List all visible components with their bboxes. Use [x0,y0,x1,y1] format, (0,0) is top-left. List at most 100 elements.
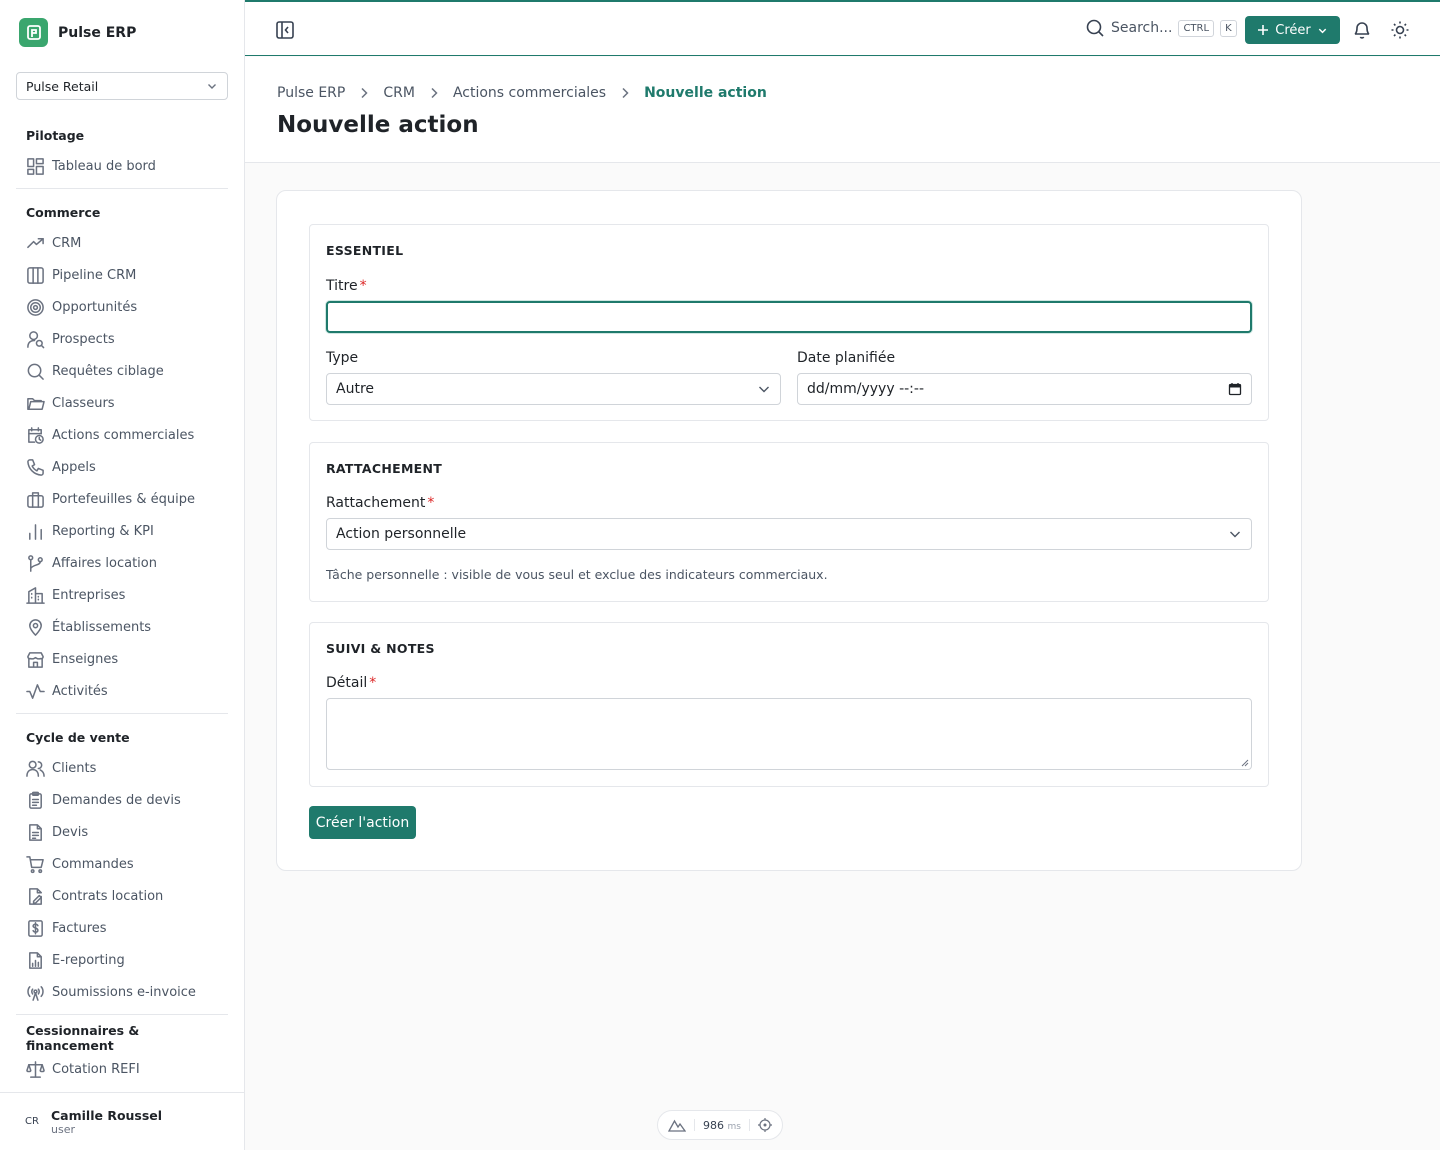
sidebar-item-classeurs[interactable]: Classeurs [16,387,228,419]
date-input-placeholder: dd/mm/yyyy --:-- [807,381,924,397]
detail-label-text: Détail [326,675,368,691]
sidebar-item-label: Requêtes ciblage [52,363,164,379]
required-marker: * [369,675,377,691]
app-name: Pulse ERP [58,24,137,41]
user-search-icon [27,330,45,348]
resize-handle-icon[interactable] [1241,759,1249,767]
sidebar-item-commandes[interactable]: Commandes [16,848,228,880]
rattachement-label: Rattachement * [326,495,434,511]
detail-label: Détail * [326,675,376,691]
sun-icon [1391,21,1409,39]
users-icon [26,760,45,777]
chevron-down-icon [1318,28,1326,33]
bell-icon [1354,22,1370,39]
sidebar-item-label: Factures [52,920,107,936]
sidebar-item-enseignes[interactable]: Enseignes [16,643,228,675]
type-select-value: Autre [336,381,375,397]
sidebar-item-clients[interactable]: Clients [16,752,228,784]
sidebar-item-label: Actions commerciales [52,427,195,443]
sidebar-item-devis[interactable]: Devis [16,816,228,848]
notifications-button[interactable] [1352,20,1372,44]
type-select[interactable]: Autre [326,373,781,405]
create-button[interactable]: Créer [1245,16,1340,44]
breadcrumb-item[interactable]: CRM [383,85,415,101]
required-marker: * [427,495,435,511]
user-name: Camille Roussel [51,1107,163,1123]
sidebar-item-activites[interactable]: Activités [16,675,228,707]
scale-icon [26,1060,45,1078]
sidebar-item-cotation-refi[interactable]: Cotation REFI [16,1053,228,1085]
search-label: Search... [1111,20,1173,36]
date-input[interactable]: dd/mm/yyyy --:-- [797,373,1252,405]
sidebar-item-label: Activités [52,683,108,699]
trending-up-icon [27,237,44,248]
breadcrumb-item[interactable]: Pulse ERP [277,85,345,101]
brand[interactable]: Pulse ERP [19,18,136,47]
sidebar-item-tableau-de-bord[interactable]: Tableau de bord [16,150,228,182]
shortcut-key: CTRL [1178,19,1215,37]
nav-divider [16,1014,228,1015]
sidebar-item-label: Affaires location [52,555,157,571]
chevron-right-icon [361,87,368,99]
sidebar-item-pipeline-crm[interactable]: Pipeline CRM [16,259,228,291]
chevron-right-icon [431,87,438,99]
detail-textarea[interactable] [326,698,1252,770]
sidebar-item-label: Classeurs [52,395,115,411]
user-menu[interactable]: CR Camille Roussel user [0,1092,244,1150]
sidebar-item-soumissions-e-invoice[interactable]: Soumissions e-invoice [16,976,228,1008]
sidebar-item-entreprises[interactable]: Entreprises [16,579,228,611]
sidebar-item-crm[interactable]: CRM [16,227,228,259]
briefcase-icon [27,491,44,508]
activity-icon [26,683,45,699]
theme-toggle-button[interactable] [1390,20,1410,44]
file-signature-icon [29,887,42,905]
sidebar-item-demandes-de-devis[interactable]: Demandes de devis [16,784,228,816]
sidebar-item-actions-commerciales[interactable]: Actions commerciales [16,419,228,451]
mountain-logo-icon[interactable] [668,1118,687,1132]
sidebar-item-label: Commandes [52,856,134,872]
breadcrumb-item[interactable]: Actions commerciales [453,85,606,101]
divider [748,1119,750,1131]
page-title: Nouvelle action [277,112,479,138]
search-button[interactable]: Search... CTRL K [1085,18,1237,38]
sidebar-item-prospects[interactable]: Prospects [16,323,228,355]
nav-group-title: Cycle de vente [26,729,130,745]
sidebar-item-contrats-location[interactable]: Contrats location [16,880,228,912]
sidebar-toggle-button[interactable] [275,20,295,40]
sidebar-item-label: Entreprises [52,587,126,603]
sidebar-item-reporting-kpi[interactable]: Reporting & KPI [16,515,228,547]
radio-tower-icon [27,985,44,1001]
titre-input[interactable] [326,301,1252,333]
calendar-icon[interactable] [1228,382,1242,396]
nav-group-title: Cessionnaires & financement [26,1023,140,1053]
sidebar-item-affaires-location[interactable]: Affaires location [16,547,228,579]
sidebar-item-opportunites[interactable]: Opportunités [16,291,228,323]
sidebar-item-factures[interactable]: Factures [16,912,228,944]
dashboard-icon [27,157,44,175]
sidebar: Pulse ERP Pulse Retail Pilotage Tableau … [0,0,245,1150]
sidebar-item-label: Appels [52,459,96,475]
crosshair-icon[interactable] [757,1118,772,1132]
sidebar-item-label: Pipeline CRM [52,267,137,283]
divider [694,1119,696,1131]
chevron-down-icon [759,386,769,393]
rattachement-select[interactable]: Action personnelle [326,518,1252,550]
perf-value: 986 ms [703,1119,741,1132]
sidebar-item-requetes-ciblage[interactable]: Requêtes ciblage [16,355,228,387]
sidebar-item-portefeuilles[interactable]: Portefeuilles & équipe [16,483,228,515]
cart-icon [26,855,44,873]
sidebar-item-appels[interactable]: Appels [16,451,228,483]
sidebar-item-label: Portefeuilles & équipe [52,491,195,507]
sidebar-item-e-reporting[interactable]: E-reporting [16,944,228,976]
date-label: Date planifiée [797,350,896,366]
organization-select[interactable]: Pulse Retail [16,72,228,100]
sidebar-item-etablissements[interactable]: Établissements [16,611,228,643]
create-action-button[interactable]: Créer l'action [309,806,416,839]
rattachement-select-value: Action personnelle [336,526,467,542]
required-marker: * [359,278,367,294]
perf-unit: ms [727,1121,741,1132]
sidebar-item-label: Contrats location [52,888,164,904]
sidebar-item-label: CRM [52,235,82,251]
store-icon [27,651,44,668]
clipboard-icon [29,791,42,809]
